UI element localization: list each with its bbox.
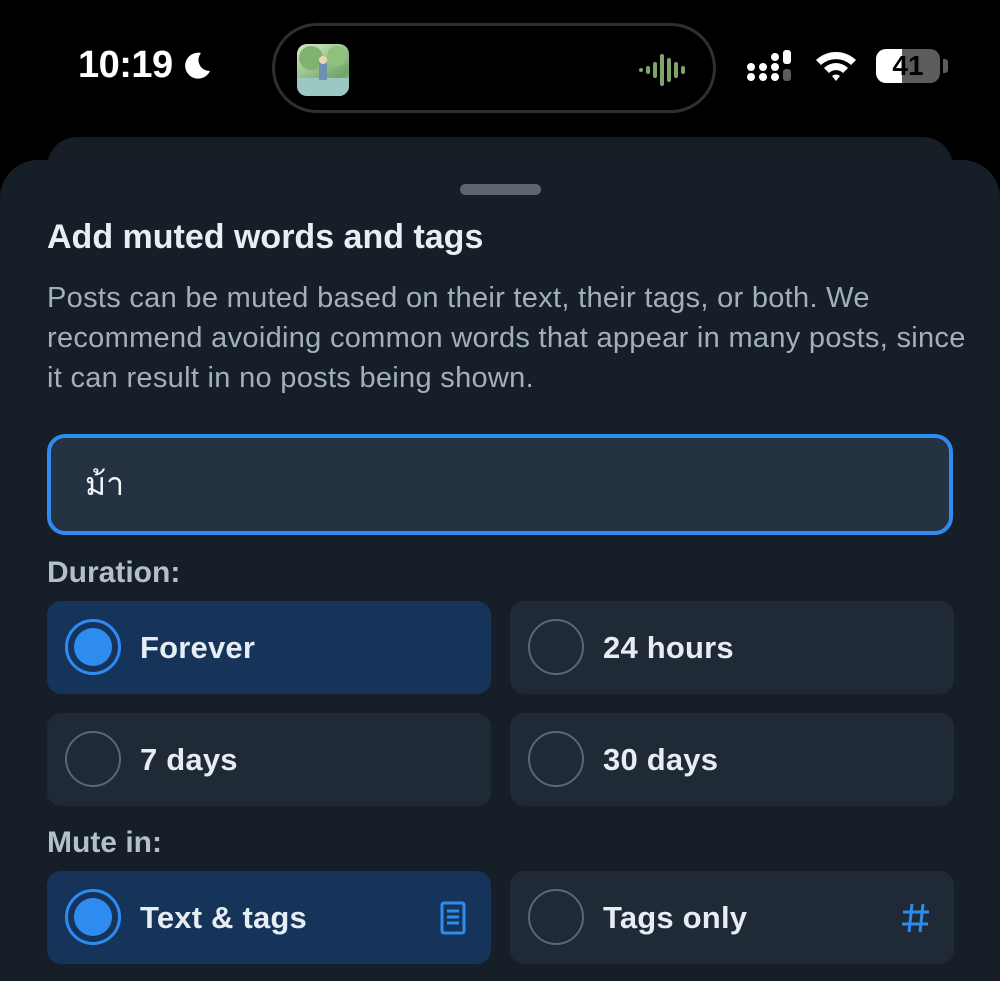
duration-option-7-days[interactable]: 7 days <box>47 713 491 806</box>
duration-option-24-hours[interactable]: 24 hours <box>510 601 954 694</box>
radio-dot <box>74 898 112 936</box>
duration-option-label: 30 days <box>603 742 719 777</box>
radio-button[interactable] <box>528 619 584 675</box>
mute-in-label: Mute in: <box>47 826 162 859</box>
hashtag-icon <box>902 903 929 933</box>
radio-button-selected[interactable] <box>65 889 121 945</box>
battery-cap <box>943 59 948 73</box>
radio-button[interactable] <box>65 731 121 787</box>
mute-in-option-label: Text & tags <box>140 900 307 935</box>
duration-option-label: 24 hours <box>603 630 734 665</box>
clock-text: 10:19 <box>78 44 173 86</box>
radio-button[interactable] <box>528 731 584 787</box>
duration-option-label: Forever <box>140 630 256 665</box>
duration-option-label: 7 days <box>140 742 238 777</box>
muted-words-sheet: Add muted words and tags Posts can be mu… <box>0 160 1000 981</box>
waveform-icon <box>639 54 685 86</box>
mute-in-option-text-and-tags[interactable]: Text & tags <box>47 871 491 964</box>
document-icon <box>440 901 466 935</box>
battery-icon: 41 <box>876 48 948 84</box>
radio-button-selected[interactable] <box>65 619 121 675</box>
battery-level-text: 41 <box>892 50 924 81</box>
duration-label: Duration: <box>47 556 181 589</box>
sheet-title: Add muted words and tags <box>47 218 484 256</box>
status-bar-time: 10:19 <box>78 44 213 87</box>
duration-option-30-days[interactable]: 30 days <box>510 713 954 806</box>
moon-icon <box>184 52 210 79</box>
battery-body: 41 <box>876 49 940 83</box>
dynamic-island[interactable] <box>272 23 716 113</box>
screen: 10:19 41 Add muted words and tags Posts … <box>0 0 1000 981</box>
duration-option-forever[interactable]: Forever <box>47 601 491 694</box>
mute-in-option-label: Tags only <box>603 900 748 935</box>
album-art-thumbnail[interactable] <box>297 44 349 96</box>
radio-button[interactable] <box>528 889 584 945</box>
sheet-description: Posts can be muted based on their text, … <box>47 282 966 394</box>
radio-dot <box>74 628 112 666</box>
mute-in-option-tags-only[interactable]: Tags only <box>510 871 954 964</box>
muted-word-input[interactable] <box>47 434 953 535</box>
sheet-grabber-handle[interactable] <box>460 184 541 195</box>
status-bar-right: 41 <box>746 48 948 84</box>
cellular-signal-icon <box>747 50 791 81</box>
wifi-icon <box>816 52 856 81</box>
